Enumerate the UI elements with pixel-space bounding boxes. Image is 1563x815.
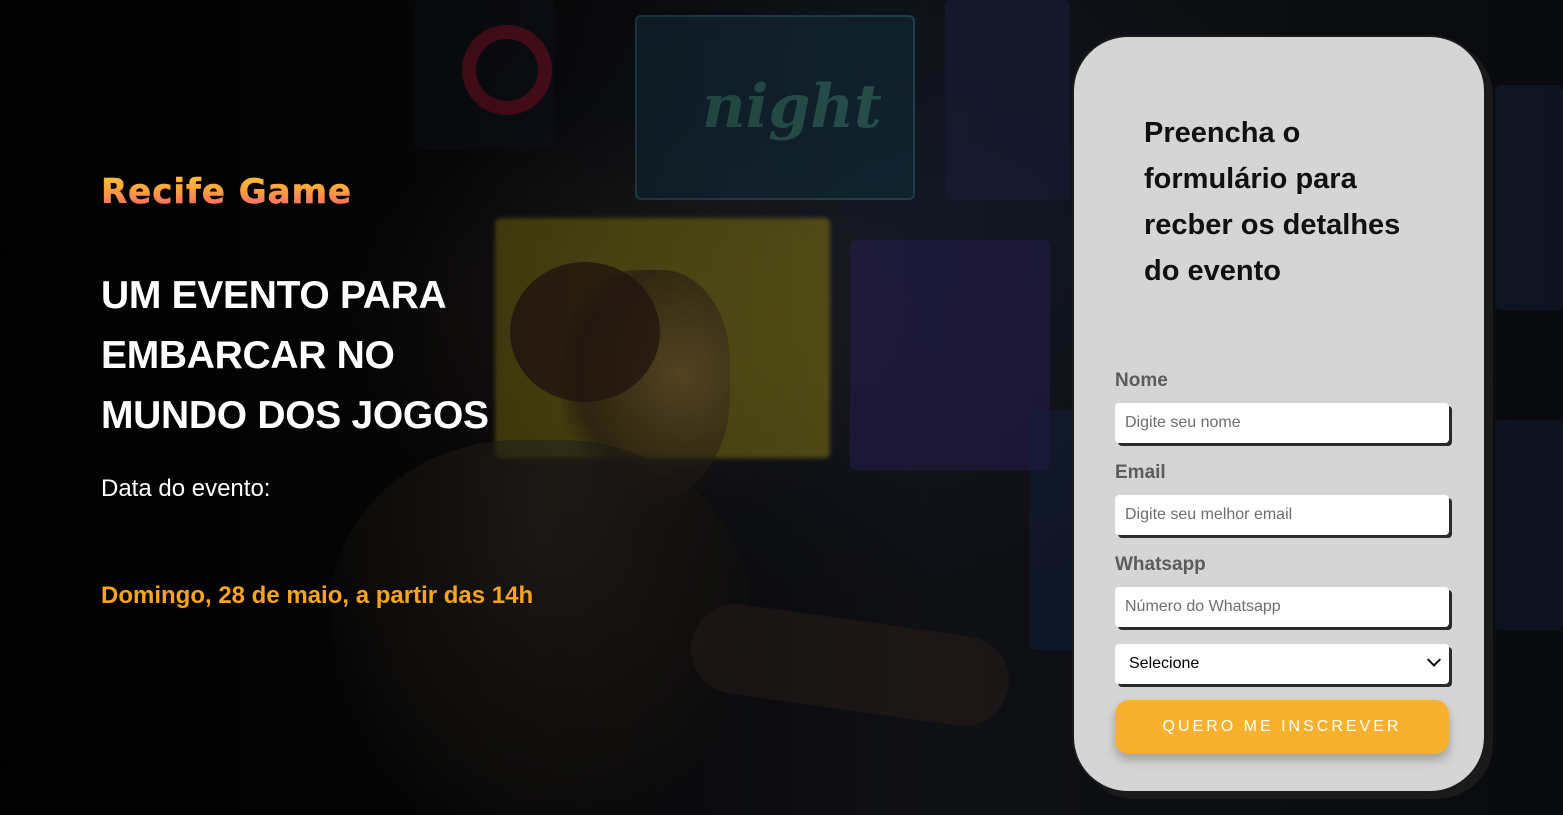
select-value: Selecione (1129, 655, 1200, 672)
headline-line: UM EVENTO PARA (101, 274, 447, 317)
hero-section: Recife Game UM EVENTO PARA EMBARCAR NO M… (101, 170, 621, 609)
headline-line: EMBARCAR NO (101, 334, 395, 377)
chevron-down-icon (1426, 652, 1442, 667)
whatsapp-input[interactable] (1115, 587, 1449, 627)
subscribe-button[interactable]: Quero me inscrever (1115, 700, 1449, 754)
signup-form-card: Preencha o formulário para recber os det… (1072, 35, 1486, 793)
event-date-value: Domingo, 28 de maio, a partir das 14h (101, 582, 534, 609)
email-label: Email (1115, 462, 1166, 483)
hero-headline: UM EVENTO PARA EMBARCAR NO MUNDO DOS JOG… (101, 266, 621, 446)
event-date-label: Data do evento: (101, 475, 271, 502)
whatsapp-label: Whatsapp (1115, 554, 1206, 575)
option-select[interactable]: Selecione (1115, 644, 1449, 684)
headline-line: MUNDO DOS JOGOS (101, 394, 489, 437)
email-input[interactable] (1115, 495, 1449, 535)
brand-logo: Recife Game (101, 170, 621, 214)
name-label: Nome (1115, 370, 1168, 391)
name-input[interactable] (1115, 403, 1449, 443)
form-title: Preencha o formulário para recber os det… (1144, 117, 1401, 287)
